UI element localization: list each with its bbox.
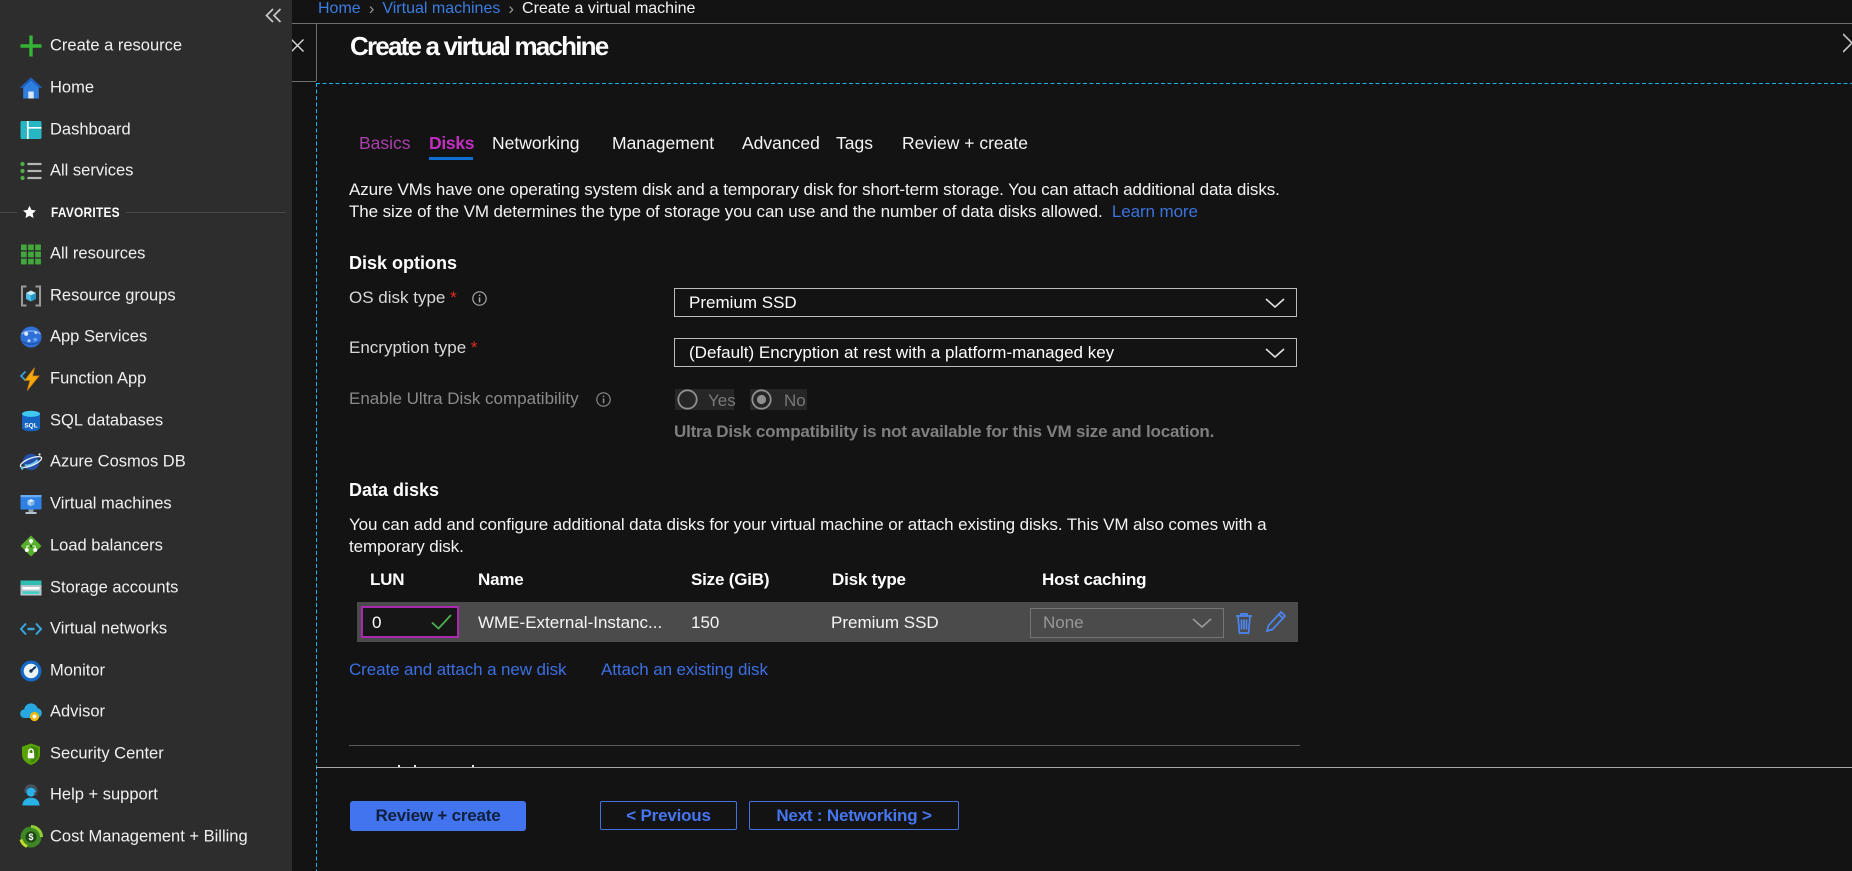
svg-text:$: $ xyxy=(28,832,33,842)
svg-text:SQL: SQL xyxy=(24,423,37,430)
